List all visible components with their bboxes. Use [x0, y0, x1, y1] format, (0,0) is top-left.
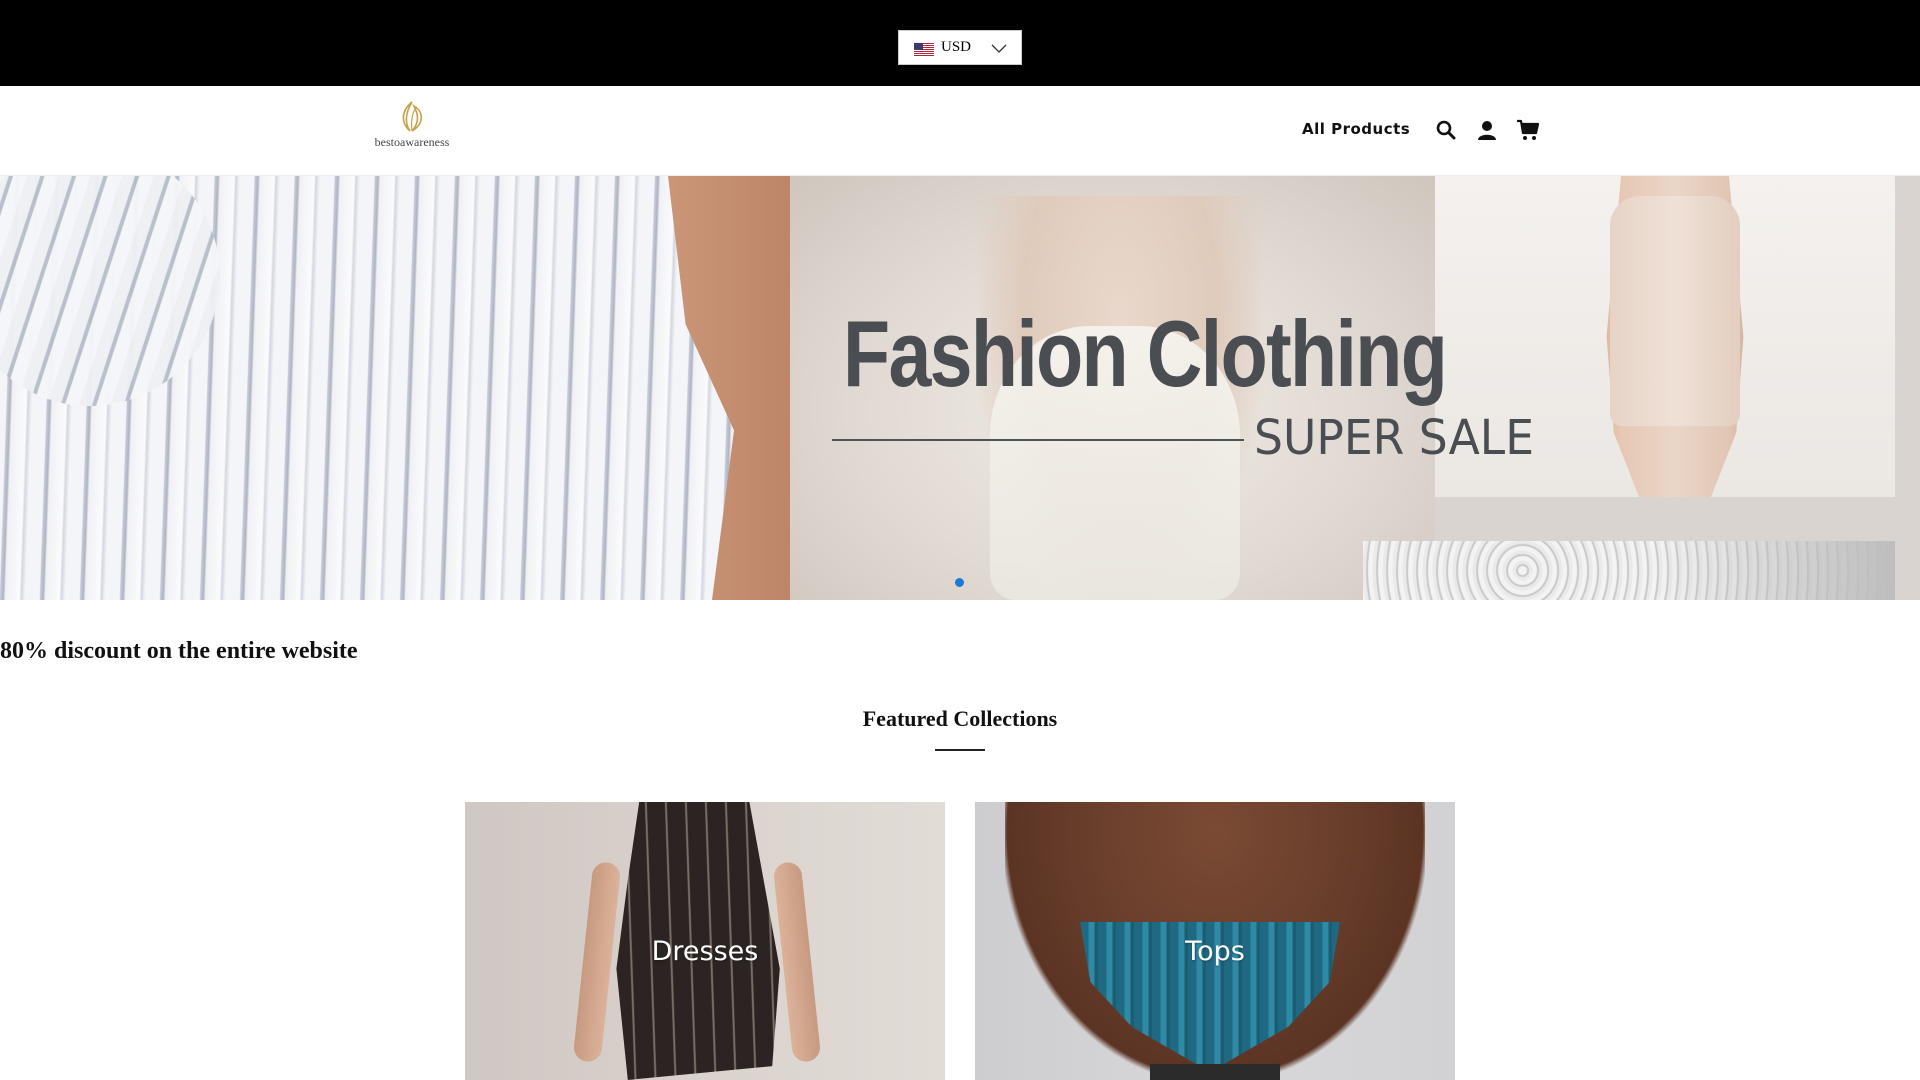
collection-card-tops[interactable]: Tops	[975, 802, 1455, 1080]
currency-selector[interactable]: USD	[898, 30, 1022, 65]
collection-label: Dresses	[651, 936, 759, 967]
logo-leaf-icon	[402, 101, 423, 132]
slide-indicator-dot[interactable]	[955, 578, 964, 587]
collection-card-dresses[interactable]: Dresses	[465, 802, 945, 1080]
us-flag-icon	[914, 43, 934, 56]
nav-all-products[interactable]: All Products	[1302, 120, 1410, 138]
hero-divider	[832, 439, 1244, 441]
chevron-down-icon	[991, 44, 1007, 53]
hero-subtitle: SUPER SALE	[1254, 410, 1535, 466]
logo-text: bestoawareness	[374, 135, 450, 149]
hero-sleeve-shape	[0, 176, 237, 423]
search-icon[interactable]	[1434, 118, 1458, 142]
cart-icon[interactable]	[1516, 118, 1540, 142]
user-icon[interactable]	[1475, 118, 1499, 142]
section-divider	[935, 749, 985, 751]
hero-image-lace	[1363, 541, 1895, 600]
hero-dress-shape	[1610, 196, 1740, 426]
top-bar: USD	[0, 0, 1920, 86]
card-pants-shape	[1150, 1064, 1280, 1080]
featured-collections-title: Featured Collections	[862, 706, 1058, 731]
currency-code: USD	[941, 39, 972, 55]
site-header	[0, 86, 1920, 176]
hero-image-striped-dress	[0, 176, 800, 600]
collection-label: Tops	[1185, 936, 1245, 967]
hero-lace-shade	[1655, 541, 1895, 600]
discount-announcement: 80% discount on the entire website	[0, 638, 358, 664]
hero-title: Fashion Clothing	[843, 301, 1448, 406]
hero-arm-shape	[668, 176, 800, 600]
site-logo[interactable]: bestoawareness	[367, 100, 457, 152]
